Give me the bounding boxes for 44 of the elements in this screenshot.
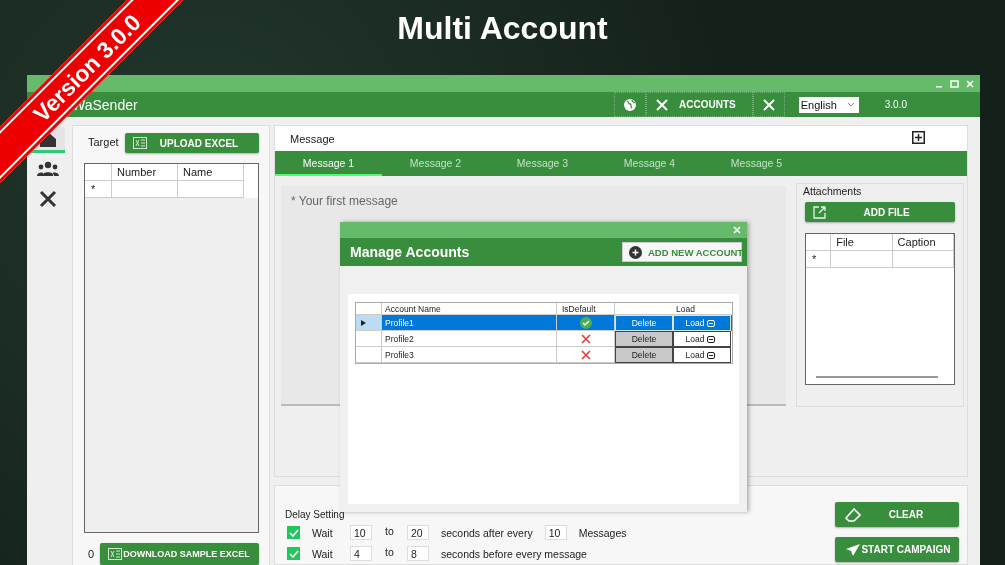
wait-label: Wait: [312, 547, 334, 560]
add-file-button[interactable]: ADD FILE: [805, 202, 955, 222]
start-campaign-button[interactable]: START CAMPAIGN: [835, 537, 959, 562]
account-row[interactable]: Profile3 Delete Load: [356, 347, 732, 363]
number-field[interactable]: 8: [407, 546, 429, 561]
upload-excel-button[interactable]: UPLOAD EXCEL: [125, 133, 259, 153]
delete-button[interactable]: Delete: [615, 347, 673, 363]
attachments-label: Attachments: [803, 185, 863, 197]
message-tab[interactable]: Message 2: [382, 151, 489, 176]
number-field[interactable]: 10: [350, 525, 372, 540]
delay-text: seconds before every message: [441, 547, 587, 560]
number-field[interactable]: 20: [407, 525, 429, 540]
version-label: 3.0.0: [884, 99, 907, 110]
account-name: Profile3: [385, 349, 414, 360]
clear-button[interactable]: CLEAR: [835, 502, 959, 527]
to-label: to: [384, 545, 395, 558]
message-tab[interactable]: Message 4: [596, 151, 703, 176]
messages-label: Messages: [578, 526, 627, 539]
row-count: 0: [88, 548, 95, 560]
message-tab[interactable]: Message 5: [703, 151, 810, 176]
dialog-title: Manage Accounts: [350, 244, 470, 260]
load-button[interactable]: Load: [673, 331, 731, 347]
banner-title: Multi Account: [397, 10, 608, 47]
delay-settings-label: Delay Setting: [285, 509, 346, 520]
accounts-button[interactable]: ACCOUNTS: [646, 92, 753, 117]
delete-button[interactable]: Delete: [615, 331, 673, 347]
message-tab[interactable]: Message 3: [489, 151, 596, 176]
language-dropdown[interactable]: English: [798, 96, 859, 113]
account-row[interactable]: Profile2 Delete Load: [356, 331, 732, 347]
target-label: Target: [88, 135, 119, 148]
account-name: Profile2: [385, 333, 414, 344]
delay-text: seconds after every: [441, 526, 533, 539]
load-button[interactable]: Load: [673, 347, 731, 363]
account-name: Profile1: [385, 317, 414, 328]
add-new-account-button[interactable]: ADD NEW ACCOUNT: [622, 242, 742, 262]
to-label: to: [384, 524, 395, 537]
message-label: Message: [290, 132, 335, 145]
wait-label: Wait: [312, 526, 334, 539]
number-field[interactable]: 4: [350, 546, 372, 561]
load-button[interactable]: Load: [673, 315, 731, 331]
download-sample-button[interactable]: DOWNLOAD SAMPLE EXCEL: [100, 543, 259, 565]
delete-button[interactable]: Delete: [615, 315, 673, 331]
account-row[interactable]: Profile1 Delete Load: [356, 315, 732, 331]
number-field[interactable]: 10: [544, 525, 567, 540]
